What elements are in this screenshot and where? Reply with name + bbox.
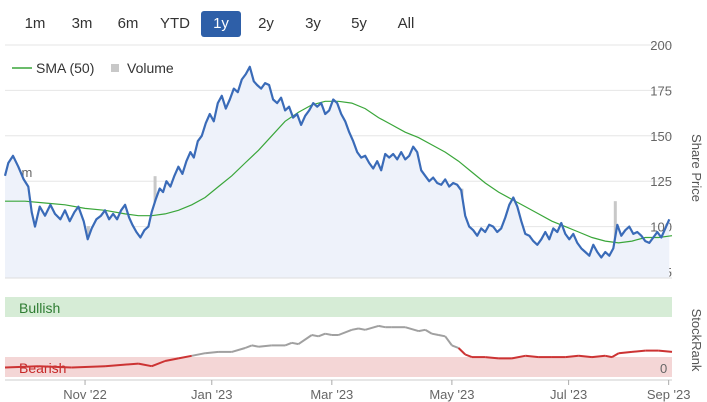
stockrank-segment <box>464 353 473 359</box>
stockrank-segment <box>191 352 206 357</box>
x-tick-label: Jul '23 <box>550 387 587 402</box>
stockrank-segment <box>618 350 633 355</box>
x-tick-label: May '23 <box>429 387 474 402</box>
stockrank-segment <box>525 354 539 359</box>
x-tick-label: Nov '22 <box>63 387 107 402</box>
stock-chart: SMA (50) Volume 75100125150175200 04m8m1… <box>3 38 704 402</box>
stockrank-segment <box>451 344 459 349</box>
x-tick-label: Mar '23 <box>310 387 353 402</box>
stockrank-segment <box>38 365 72 369</box>
price-tick-label: 200 <box>650 38 672 53</box>
stockrank-segment <box>251 344 259 348</box>
stockrank-segment <box>457 347 466 356</box>
stockrank-segment <box>485 356 499 360</box>
stockrank-segment <box>438 334 446 338</box>
stockrank-segment <box>258 344 272 348</box>
stockrank-tick-0: 0 <box>660 361 667 376</box>
x-tick-label: Sep '23 <box>647 387 691 402</box>
bullish-band <box>5 297 672 317</box>
stockrank-segment <box>424 328 433 335</box>
stockrank-segment <box>565 354 579 359</box>
stockrank-segment <box>578 354 593 359</box>
stockrank-segment <box>231 347 246 353</box>
stockrank-segment <box>291 341 299 346</box>
stockrank-segment <box>318 332 326 338</box>
stockrank-segment <box>4 365 39 369</box>
stockrank-segment <box>631 349 646 353</box>
stockrank-segment <box>311 334 319 338</box>
stockrank-segment <box>431 332 439 336</box>
stockrank-axis-title: StockRank <box>689 309 704 372</box>
stockrank-segment <box>71 365 106 369</box>
stockrank-segment <box>284 341 293 347</box>
stockrank-segment <box>297 334 313 345</box>
stockrank-segment <box>444 335 453 346</box>
stockrank-segment <box>244 344 253 349</box>
legend-volume-label[interactable]: Volume <box>127 60 174 76</box>
price-tick-label: 150 <box>650 129 672 144</box>
stockrank-segment <box>605 354 613 359</box>
stockrank-segment <box>611 352 620 358</box>
stockrank-segment <box>205 350 219 355</box>
share-price-axis-title: Share Price <box>689 134 704 202</box>
x-axis: Nov '22 Jan '23 Mar '23 May '23 Jul '23 Sep '… <box>63 380 691 402</box>
stockrank-segment <box>658 349 673 353</box>
stockrank-segment <box>418 328 426 333</box>
price-tick-label: 175 <box>650 83 672 98</box>
stockrank-segment <box>378 324 386 329</box>
stockrank-segment <box>338 328 353 336</box>
stockrank-segment <box>591 354 606 359</box>
stockrank-segment <box>324 332 333 336</box>
legend: SMA (50) Volume <box>12 60 174 76</box>
x-tick-label: Jan '23 <box>191 387 233 402</box>
price-tick-label: 125 <box>650 174 672 189</box>
stockrank-segment <box>404 326 419 333</box>
stockrank-segment <box>364 324 379 331</box>
legend-volume-swatch <box>111 64 119 72</box>
legend-sma-label[interactable]: SMA (50) <box>36 60 94 76</box>
stockrank-segment <box>351 327 359 331</box>
stockrank-segment <box>358 327 366 331</box>
bullish-label: Bullish <box>19 300 60 316</box>
price-area <box>5 66 670 278</box>
